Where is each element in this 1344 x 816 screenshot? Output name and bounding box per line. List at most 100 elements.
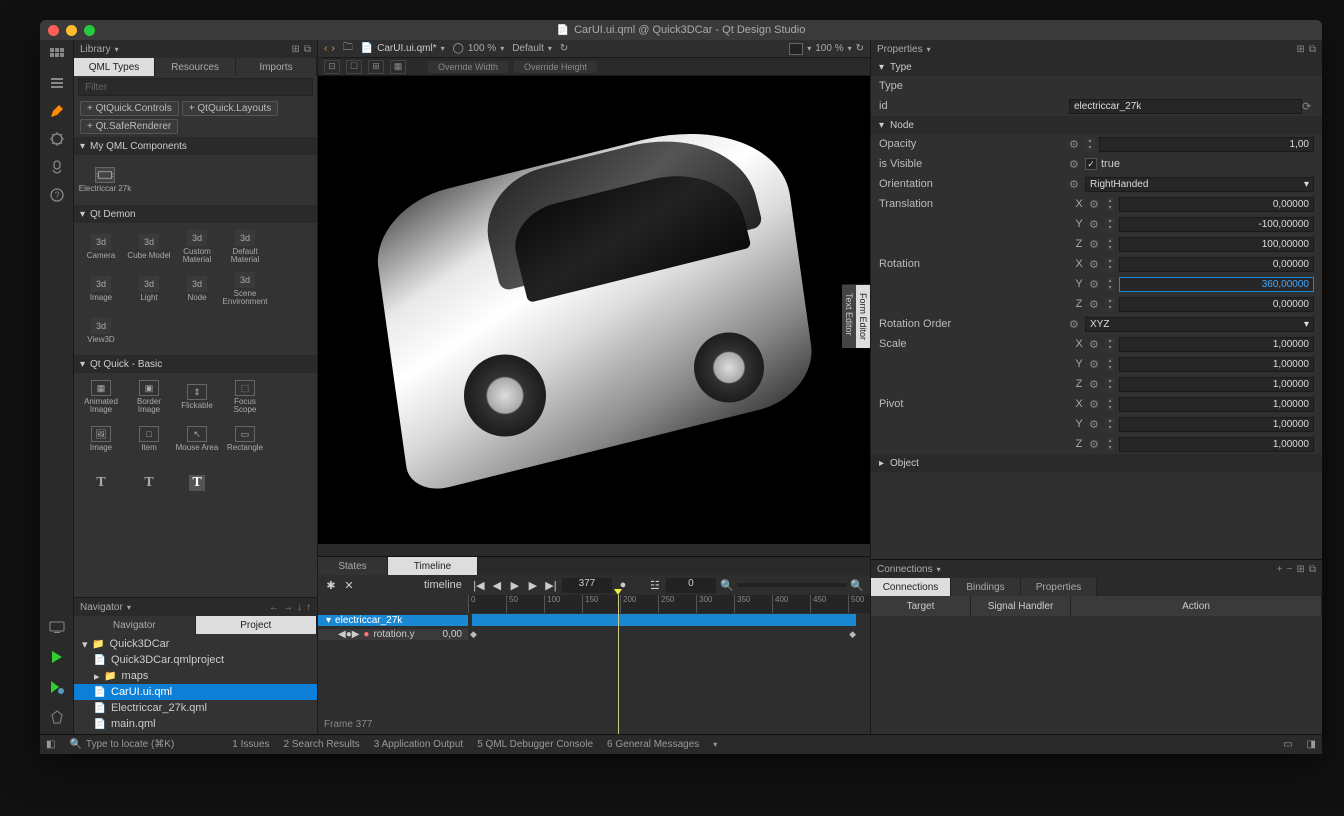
welcome-mode-icon[interactable]: [48, 46, 66, 64]
spin-buttons[interactable]: ▴▾: [1105, 357, 1115, 372]
tree-item-electriccar-27k-qml[interactable]: 📄Electriccar_27k.qml: [74, 700, 317, 716]
crumb-filename[interactable]: CarUI.ui.qml*: [377, 43, 436, 54]
gear-icon[interactable]: ⚙: [1089, 358, 1101, 370]
tab-bindings[interactable]: Bindings: [951, 578, 1021, 596]
tab-navigator[interactable]: Navigator: [74, 616, 196, 634]
translation-y-field[interactable]: -100,00000: [1119, 217, 1314, 232]
gear-icon[interactable]: ⚙: [1069, 138, 1081, 150]
rotation-x-field[interactable]: 0,00000: [1119, 257, 1314, 272]
timeline-property-row[interactable]: ◀●▶●rotation.y0,00 ◆◆: [318, 627, 870, 641]
projects-mode-icon[interactable]: [48, 158, 66, 176]
conn-new-icon[interactable]: ⊞: [1296, 564, 1304, 575]
play-icon[interactable]: ▶: [508, 578, 522, 592]
section-my-components[interactable]: ▾My QML Components: [74, 137, 317, 155]
anchor-icon[interactable]: ⊞: [368, 60, 384, 74]
spin-buttons[interactable]: ▴▾: [1105, 397, 1115, 412]
component-light[interactable]: 3dLight: [126, 269, 172, 309]
section-qt-quick-basic[interactable]: ▾Qt Quick - Basic: [74, 355, 317, 373]
pivot-x-field[interactable]: 1,00000: [1119, 397, 1314, 412]
prev-frame-icon[interactable]: ◀: [490, 578, 504, 592]
help-mode-icon[interactable]: ?: [48, 186, 66, 204]
timeline-settings-icon[interactable]: ✱: [324, 578, 338, 592]
scale-z-field[interactable]: 1,00000: [1119, 377, 1314, 392]
chip-qtquick-layouts[interactable]: + QtQuick.Layouts: [182, 101, 279, 116]
gear-icon[interactable]: ⚙: [1069, 158, 1081, 170]
section-object[interactable]: ▸Object: [871, 454, 1322, 472]
crumb-fwd-icon[interactable]: ›: [331, 43, 334, 54]
crumb-back-icon[interactable]: ‹: [324, 43, 327, 54]
tree-item-quick3dcar-qmlproject[interactable]: 📄Quick3DCar.qmlproject: [74, 652, 317, 668]
run-debug-button-icon[interactable]: [48, 678, 66, 696]
spin-buttons[interactable]: ▴▾: [1105, 277, 1115, 292]
gear-icon[interactable]: ⚙: [1069, 318, 1081, 330]
timeline-value-field[interactable]: 0: [666, 578, 716, 593]
timeline-track-row[interactable]: ▾electriccar_27k: [318, 613, 870, 627]
spin-buttons[interactable]: ▴▾: [1105, 417, 1115, 432]
crumb-lock-icon[interactable]: 🗀: [343, 40, 353, 57]
component-rectangle[interactable]: ▭Rectangle: [222, 419, 268, 459]
chip-qt-saferenderer[interactable]: + Qt.SafeRenderer: [80, 119, 178, 134]
nav-down-icon[interactable]: ↓: [297, 602, 302, 613]
zoom-in-icon[interactable]: 🔍: [850, 578, 864, 592]
toggle-output-icon[interactable]: ▭: [1283, 739, 1292, 750]
spin-buttons[interactable]: ▴▾: [1105, 377, 1115, 392]
nav-up-icon[interactable]: ↑: [306, 602, 311, 613]
sb-messages[interactable]: 6 General Messages: [607, 739, 699, 750]
gear-icon[interactable]: ⚙: [1089, 238, 1101, 250]
prop-detach-icon[interactable]: ⧉: [1309, 44, 1316, 55]
conn-add-icon[interactable]: +: [1277, 564, 1283, 575]
prop-add-icon[interactable]: ⊞: [1296, 44, 1304, 55]
tree-item-quick3dcar[interactable]: ▾📁Quick3DCar: [74, 636, 317, 652]
visible-checkbox[interactable]: ✓: [1085, 158, 1097, 170]
gear-icon[interactable]: ⚙: [1089, 198, 1101, 210]
tab-project[interactable]: Project: [196, 616, 318, 634]
component-text-edit[interactable]: T: [126, 463, 172, 503]
translation-x-field[interactable]: 0,00000: [1119, 197, 1314, 212]
component-scene-environment[interactable]: 3dScene Environment: [222, 269, 268, 309]
window-maximize-button[interactable]: [84, 25, 95, 36]
component-electriccar[interactable]: Electriccar 27k: [78, 159, 132, 201]
gear-icon[interactable]: ⚙: [1089, 398, 1101, 410]
tab-states[interactable]: States: [318, 557, 388, 575]
component-cube-model[interactable]: 3dCube Model: [126, 227, 172, 267]
gear-icon[interactable]: ⚙: [1089, 218, 1101, 230]
spin-buttons[interactable]: ▴▾: [1105, 217, 1115, 232]
pivot-z-field[interactable]: 1,00000: [1119, 437, 1314, 452]
opacity-field[interactable]: 1,00: [1099, 137, 1314, 152]
component-flickable[interactable]: ⇕Flickable: [174, 377, 220, 417]
toggle-right-sidebar-icon[interactable]: ◨: [1307, 739, 1316, 750]
rotation-y-field[interactable]: 360,00000: [1119, 277, 1314, 292]
viewport-h-scrollbar[interactable]: [318, 544, 870, 556]
design-mode-icon[interactable]: [48, 102, 66, 120]
edit-mode-icon[interactable]: [48, 74, 66, 92]
timeline-animation-icon[interactable]: ✕: [342, 578, 356, 592]
pivot-y-field[interactable]: 1,00000: [1119, 417, 1314, 432]
zoom-slider[interactable]: [738, 583, 846, 587]
build-button-icon[interactable]: [48, 708, 66, 726]
gear-icon[interactable]: ⚙: [1089, 298, 1101, 310]
current-frame-field[interactable]: 377: [562, 578, 612, 593]
toggle-sidebar-icon[interactable]: ◧: [46, 739, 55, 750]
window-close-button[interactable]: [48, 25, 59, 36]
library-detach-icon[interactable]: ⧉: [304, 44, 311, 55]
tab-connections[interactable]: Connections: [871, 578, 951, 596]
section-qt-demon[interactable]: ▾Qt Demon: [74, 205, 317, 223]
sb-more-icon[interactable]: [713, 740, 717, 749]
spin-buttons[interactable]: ▴▾: [1105, 257, 1115, 272]
tab-text-editor[interactable]: Text Editor: [842, 284, 856, 348]
locator-input[interactable]: 🔍 Type to locate (⌘K): [69, 739, 174, 750]
gear-icon[interactable]: ⚙: [1089, 258, 1101, 270]
tree-item-main-qml[interactable]: 📄main.qml: [74, 716, 317, 732]
tree-item-maps[interactable]: ▸📁maps: [74, 668, 317, 684]
conn-remove-icon[interactable]: −: [1287, 564, 1293, 575]
zoom-value[interactable]: 100 %: [468, 43, 496, 54]
snap-icon[interactable]: ⊡: [324, 60, 340, 74]
tree-item-carui-ui-qml[interactable]: 📄CarUI.ui.qml: [74, 684, 317, 700]
component-text[interactable]: T: [78, 463, 124, 503]
component-custom-material[interactable]: 3dCustom Material: [174, 227, 220, 267]
component-node[interactable]: 3dNode: [174, 269, 220, 309]
target-selector-icon[interactable]: [48, 618, 66, 636]
to-end-icon[interactable]: ▶|: [544, 578, 558, 592]
component-item[interactable]: □Item: [126, 419, 172, 459]
component-animated-image[interactable]: ▦Animated Image: [78, 377, 124, 417]
